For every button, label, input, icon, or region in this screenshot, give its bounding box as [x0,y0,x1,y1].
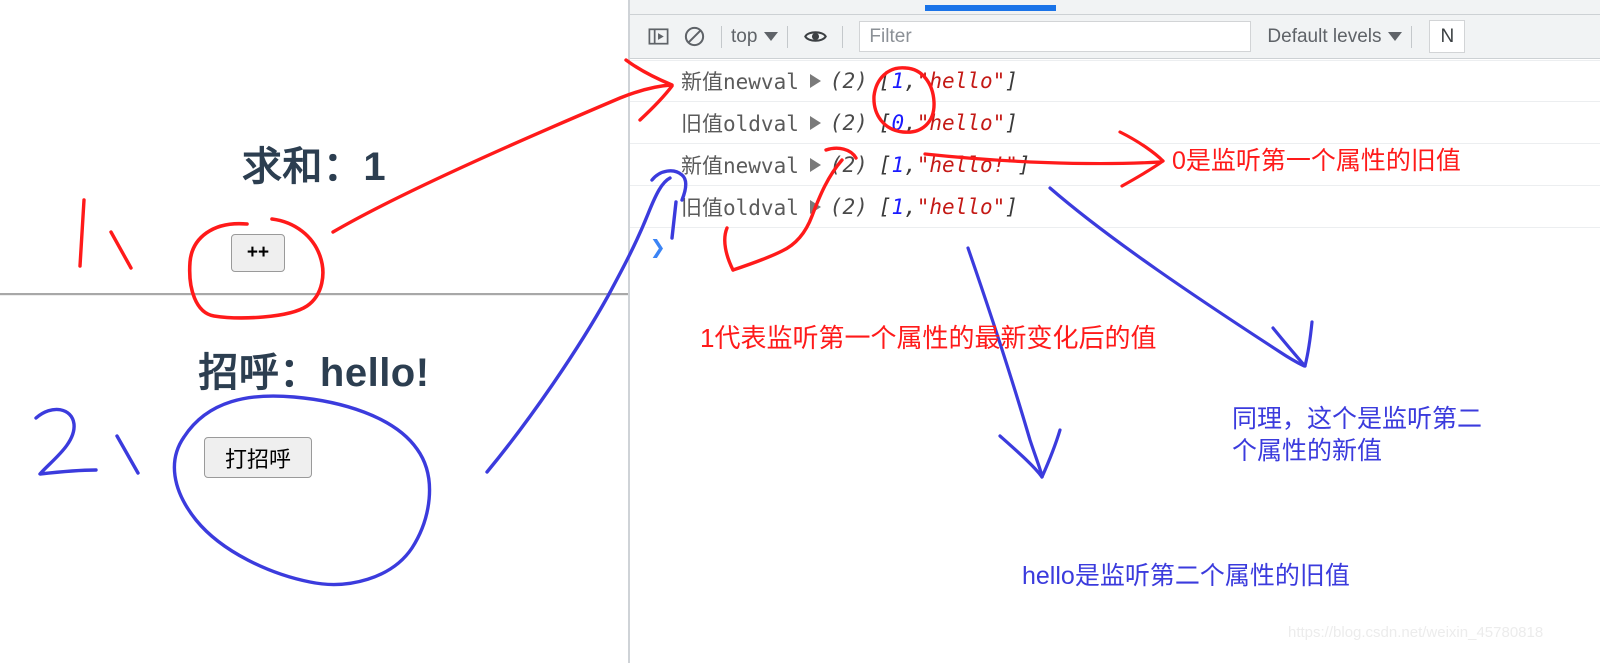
console-message-row[interactable]: 旧值oldval (2) [ 1 , "hello" ] [630,186,1600,228]
array-comma: , [904,110,917,135]
browser-page-pane: 求和：1 ++ 招呼：hello! 打招呼 [0,0,628,663]
array-length-badge: (2) [829,194,868,219]
array-item-number: 1 [891,69,905,93]
array-close-bracket: ] [1005,194,1018,219]
array-comma: , [904,69,917,93]
console-input-prompt[interactable]: ❯ [630,228,1600,268]
array-open-bracket: [ [878,194,892,219]
array-open-bracket: [ [878,152,892,177]
annotation-old-value-first: 0是监听第一个属性的旧值 [1172,147,1461,175]
expand-triangle-icon[interactable] [809,157,821,172]
array-item-string: "hello!" [916,152,1018,177]
greeting-title: 招呼：hello! [198,351,430,395]
array-length-badge: (2) [829,152,868,177]
toolbar-separator-2 [787,25,789,48]
expand-triangle-icon[interactable] [809,74,821,88]
console-message-row[interactable]: 新值newval (2) [ 1 , "hello" ] [630,60,1600,102]
console-toolbar: top Default levels N [630,15,1600,59]
array-length-badge: (2) [829,69,868,93]
array-close-bracket: ] [1017,152,1031,177]
console-message-row[interactable]: 旧值oldval (2) [ 0 , "hello" ] [630,102,1600,144]
filter-input[interactable] [859,21,1252,52]
array-open-bracket: [ [878,110,892,135]
watermark: https://blog.csdn.net/weixin_45780818 [1288,624,1544,641]
array-length-badge: (2) [829,110,868,135]
array-item-number: 0 [891,110,905,135]
log-levels-label: Default levels [1267,25,1382,47]
array-comma: , [904,152,917,177]
chevron-down-icon [1388,32,1403,41]
toolbar-separator-3 [842,25,844,48]
execution-context-label: top [731,25,758,47]
log-levels-select[interactable]: Default levels [1267,25,1403,48]
console-message-list: 新值newval (2) [ 1 , "hello" ] 旧值oldval (2… [630,60,1600,228]
expand-triangle-icon[interactable] [809,115,821,130]
live-expression-eye-icon[interactable] [797,21,833,53]
page-title: 求和：1 [241,145,387,189]
annotation-second-prop-new-line2: 个属性的新值 [1232,437,1383,465]
issues-label: N [1440,25,1455,47]
console-message-label: 旧值oldval [681,111,799,136]
array-item-string: "hello" [916,194,1006,219]
greet-button[interactable]: 打招呼 [204,437,312,478]
horizontal-divider [0,293,628,296]
annotation-second-prop-old: hello是监听第二个属性的旧值 [1022,562,1350,590]
console-message-label: 新值newval [681,153,799,178]
toolbar-separator-4 [1411,25,1413,48]
increment-button[interactable]: ++ [231,234,285,272]
devtools-tabstrip [630,0,1600,15]
console-sidebar-icon[interactable] [640,21,676,53]
expand-triangle-icon[interactable] [809,199,821,214]
chevron-down-icon [764,32,779,41]
array-item-number: 1 [891,194,905,219]
prompt-caret-icon: ❯ [650,233,666,263]
toolbar-separator-1 [721,25,722,48]
console-message-label: 新值newval [681,70,799,94]
active-tab-indicator [925,5,1056,11]
execution-context-select[interactable]: top [731,25,779,48]
annotation-new-value-first: 1代表监听第一个属性的最新变化后的值 [700,323,1157,353]
annotation-second-prop-new-line1: 同理，这个是监听第二 [1232,405,1483,433]
array-close-bracket: ] [1005,110,1018,135]
annotation-second-prop-new: 同理，这个是监听第二 个属性的新值 [1232,403,1482,467]
array-close-bracket: ] [1005,69,1018,93]
array-open-bracket: [ [878,69,892,93]
console-message-label: 旧值oldval [681,195,799,220]
issues-button[interactable]: N [1429,20,1466,53]
array-item-number: 1 [891,152,905,177]
array-item-string: "hello" [916,110,1006,135]
array-item-string: "hello" [916,69,1006,93]
array-comma: , [904,194,917,219]
clear-console-icon[interactable] [676,21,712,53]
